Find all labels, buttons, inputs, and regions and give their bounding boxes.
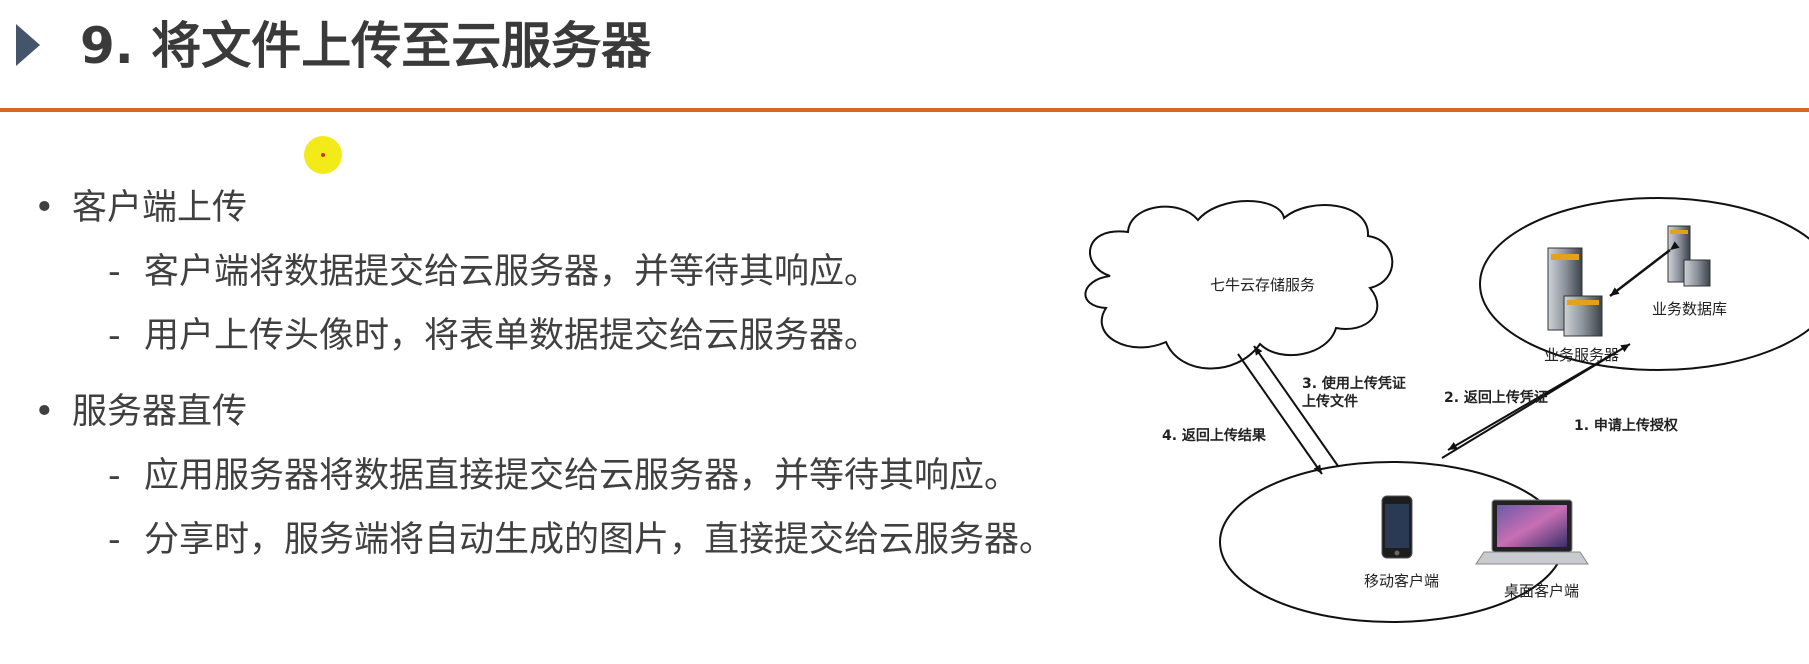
bullet-item: • 客户端上传	[34, 186, 248, 230]
arrow-return-result	[1237, 353, 1323, 475]
step1-label: 1. 申请上传授权	[1574, 417, 1679, 434]
cloud-storage-node: 七牛云存储服务	[1084, 200, 1394, 370]
upload-flow-diagram: 七牛云存储服务 业务服务器 业务数据库 移动客户端 桌面客户端 1. 申请上传授…	[1084, 197, 1809, 623]
cloud-label: 七牛云存储服务	[1210, 276, 1315, 294]
sub-bullet-item: - 客户端将数据提交给云服务器，并等待其响应。	[108, 250, 880, 294]
title-divider	[0, 108, 1809, 112]
cursor-highlight-icon	[304, 136, 342, 174]
server-label: 业务服务器	[1544, 346, 1619, 364]
database-label: 业务数据库	[1652, 300, 1727, 318]
sub-bullet-text: 应用服务器将数据直接提交给云服务器，并等待其响应。	[144, 456, 1020, 496]
step4-label: 4. 返回上传结果	[1162, 427, 1267, 444]
slide-title: 9. 将文件上传至云服务器	[80, 17, 652, 75]
sub-bullet-text: 客户端将数据提交给云服务器，并等待其响应。	[144, 252, 880, 292]
bullet-label: 服务器直传	[72, 392, 248, 432]
title-marker-icon	[16, 24, 40, 66]
mobile-client-label: 移动客户端	[1364, 572, 1439, 590]
dash-mark: -	[108, 520, 121, 560]
sub-bullet-item: - 分享时，服务端将自动生成的图片，直接提交给云服务器。	[108, 518, 1055, 562]
business-server-node: 业务服务器 业务数据库	[1479, 197, 1809, 371]
step3-label-line1: 3. 使用上传凭证	[1302, 375, 1406, 392]
laptop-icon	[1475, 499, 1589, 565]
mobile-phone-icon	[1381, 495, 1413, 559]
dash-mark: -	[108, 456, 121, 496]
sub-bullet-item: - 应用服务器将数据直接提交给云服务器，并等待其响应。	[108, 454, 1020, 498]
clients-node: 移动客户端 桌面客户端	[1219, 461, 1589, 623]
step2-label: 2. 返回上传凭证	[1444, 389, 1548, 406]
bullet-item: • 服务器直传	[34, 390, 248, 434]
bullet-dot: •	[34, 392, 55, 432]
dash-mark: -	[108, 316, 121, 356]
sub-bullet-text: 用户上传头像时，将表单数据提交给云服务器。	[144, 316, 880, 356]
bullet-label: 客户端上传	[72, 188, 248, 228]
bullet-dot: •	[34, 188, 55, 228]
sub-bullet-text: 分享时，服务端将自动生成的图片，直接提交给云服务器。	[144, 520, 1055, 560]
server-group-ellipse	[1479, 197, 1809, 371]
step3-label-line2: 上传文件	[1302, 393, 1358, 410]
sub-bullet-item: - 用户上传头像时，将表单数据提交给云服务器。	[108, 314, 880, 358]
dash-mark: -	[108, 252, 121, 292]
desktop-client-label: 桌面客户端	[1504, 582, 1579, 600]
